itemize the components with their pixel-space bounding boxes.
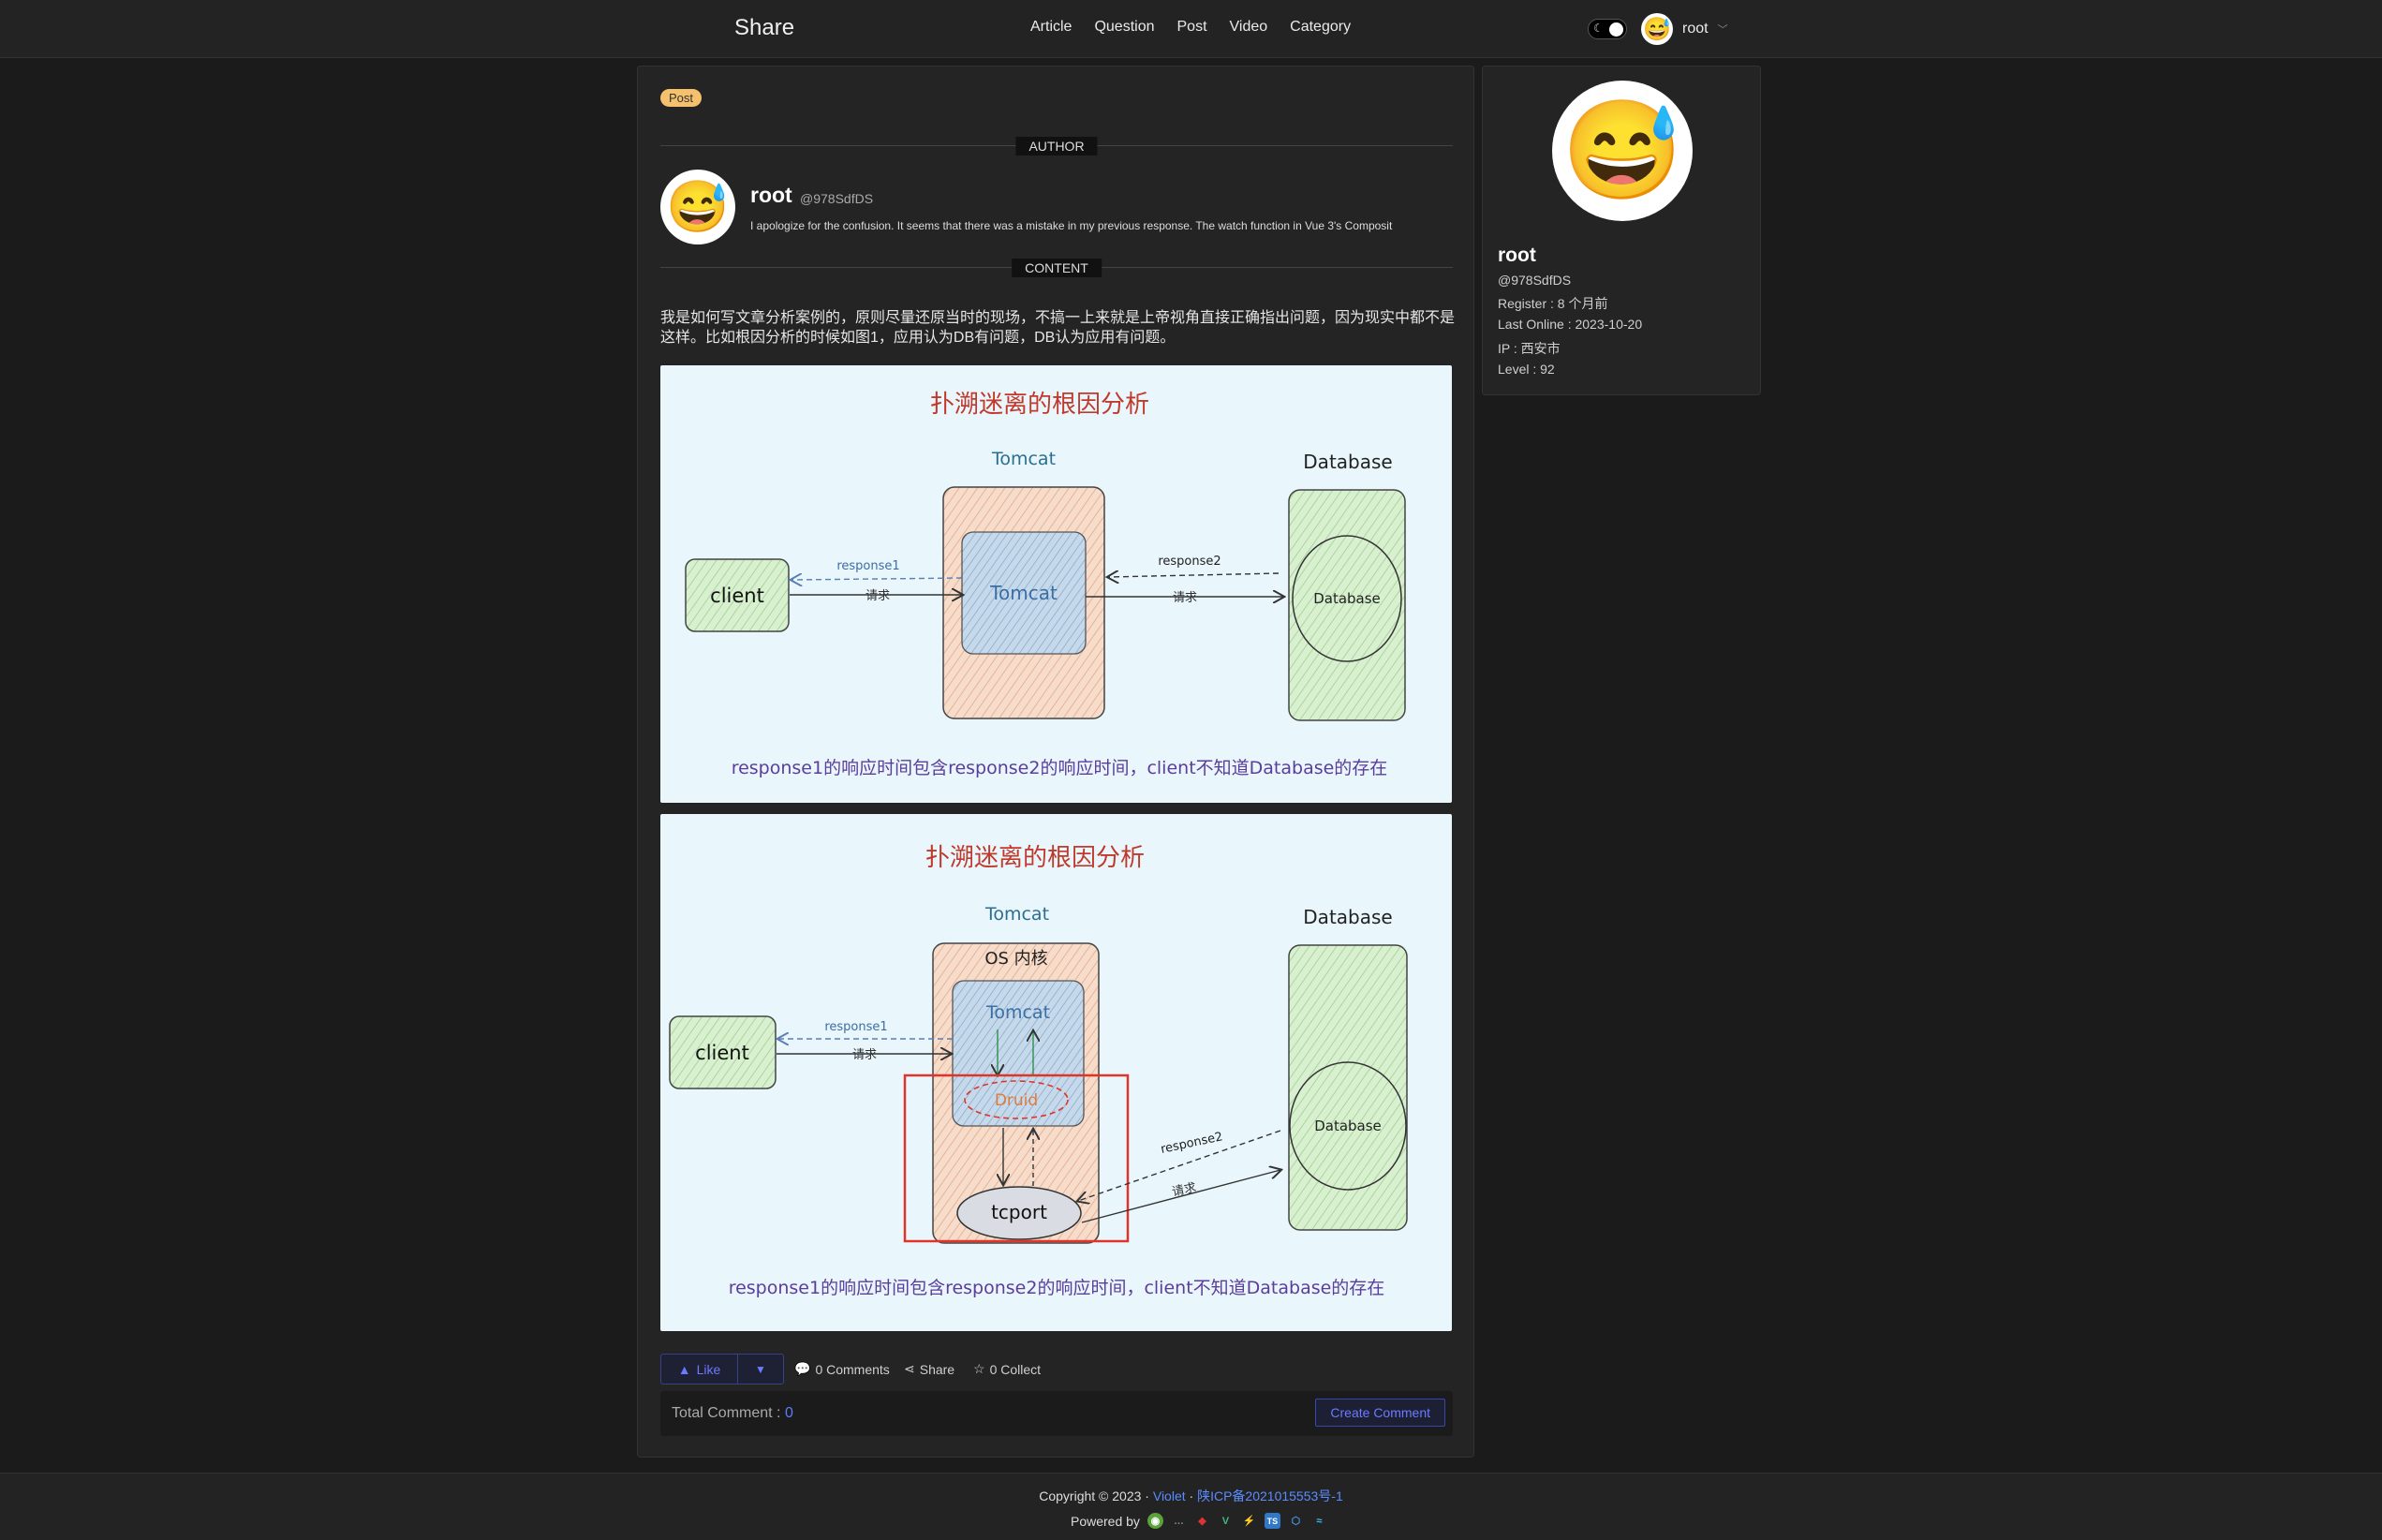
comments-section: Total Comment : 0 Create Comment	[660, 1391, 1453, 1436]
vote-group: ▲ Like ▼	[660, 1354, 784, 1385]
typescript-icon[interactable]: TS	[1264, 1513, 1280, 1529]
thumb-up-icon: ▲	[677, 1361, 691, 1377]
tomcat-inner-label: Tomcat	[989, 582, 1058, 604]
icp-link[interactable]: 陕ICP备2021015553号-1	[1197, 1488, 1343, 1503]
copyright-text: Copyright © 2023 ·	[1039, 1488, 1153, 1503]
figure-title: 扑溯迷离的根因分析	[925, 844, 1145, 872]
brand-logo[interactable]: Share	[734, 15, 794, 41]
profile-handle: @978SdfDS	[1498, 273, 1572, 288]
nav-article[interactable]: Article	[1030, 19, 1072, 36]
author-handle: @978SdfDS	[800, 191, 874, 206]
author-name[interactable]: root	[750, 183, 792, 208]
vite-icon[interactable]: ⚡	[1241, 1513, 1257, 1529]
request-label-1: 请求	[866, 589, 890, 603]
nav-category[interactable]: Category	[1290, 19, 1351, 36]
chevron-down-icon: ﹀	[1717, 24, 1728, 36]
response2-label: response2	[1158, 555, 1221, 569]
author-divider-label: AUTHOR	[1015, 137, 1098, 155]
profile-ip: IP : 西安市	[1498, 341, 1561, 356]
tomcat-inner-label: Tomcat	[985, 1002, 1050, 1023]
collect-action[interactable]: ☆ 0 Collect	[973, 1361, 1041, 1377]
powered-by-label: Powered by	[1071, 1513, 1140, 1529]
tech-leaf-icon[interactable]: ◉	[1147, 1513, 1163, 1529]
caret-down-icon: ▼	[755, 1362, 766, 1376]
share-label: Share	[919, 1361, 955, 1377]
like-button[interactable]: ▲ Like	[661, 1355, 738, 1384]
profile-level: Level : 92	[1498, 362, 1555, 377]
profile-register: Register : 8 个月前	[1498, 296, 1608, 311]
comments-count: 0 Comments	[815, 1361, 890, 1377]
comment-icon: 💬	[794, 1361, 811, 1376]
violet-link[interactable]: Violet	[1153, 1488, 1186, 1503]
content-divider: CONTENT	[660, 259, 1453, 277]
diagram-figure-1: 扑溯迷离的根因分析 Tomcat Database Tomcat Databas…	[660, 365, 1452, 803]
nav-post[interactable]: Post	[1177, 19, 1207, 36]
profile-last-online: Last Online : 2023-10-20	[1498, 317, 1643, 332]
tomcat-label: Tomcat	[991, 449, 1056, 469]
main-nav: Article Question Post Video Category	[1030, 19, 1351, 36]
author-divider: AUTHOR	[660, 137, 1453, 155]
tomcat-label: Tomcat	[984, 904, 1049, 925]
profile-card: 😅 root @978SdfDS Register : 8 个月前 Last O…	[1482, 66, 1761, 395]
create-comment-button[interactable]: Create Comment	[1315, 1399, 1445, 1427]
nav-question[interactable]: Question	[1094, 19, 1154, 36]
share-action[interactable]: ⋖ Share	[904, 1361, 954, 1377]
tcport-label: tcport	[991, 1201, 1047, 1223]
druid-label: Druid	[995, 1091, 1038, 1110]
copyright-line: Copyright © 2023 · Violet · 陕ICP备2021015…	[0, 1487, 2382, 1505]
top-navbar: Share Article Question Post Video Catego…	[0, 0, 2382, 58]
dislike-button[interactable]: ▼	[738, 1355, 783, 1384]
response1-arrow	[792, 578, 963, 580]
response2-arrow	[1108, 573, 1280, 577]
client-label: client	[710, 585, 764, 607]
os-kernel-label: OS 内核	[984, 949, 1047, 969]
comments-action[interactable]: 💬 0 Comments	[794, 1361, 890, 1377]
user-name: root	[1682, 21, 1709, 37]
database-label: Database	[1303, 451, 1392, 473]
figure-caption: response1的响应时间包含response2的响应时间，client不知道…	[729, 1278, 1385, 1298]
profile-name[interactable]: root	[1498, 244, 1536, 267]
response1-label: response1	[836, 559, 899, 573]
tech-dots-icon[interactable]: …	[1171, 1513, 1187, 1529]
tech-redis-icon[interactable]: ◆	[1194, 1513, 1210, 1529]
post-content: 我是如何写文章分析案例的，原则尽量还原当时的现场，不搞一上来就是上帝视角直接正确…	[660, 310, 1456, 346]
diagram-figure-2: 扑溯迷离的根因分析 Tomcat Database OS 内核 Tomcat D…	[660, 814, 1452, 1331]
moon-icon: ☾	[1593, 22, 1604, 35]
client-label: client	[695, 1042, 749, 1064]
total-comment: Total Comment : 0	[672, 1405, 793, 1422]
toggle-knob	[1609, 22, 1623, 37]
tech-hex-icon[interactable]: ⬡	[1288, 1513, 1304, 1529]
dark-mode-toggle[interactable]: ☾	[1588, 19, 1627, 39]
total-comment-value: 0	[784, 1405, 793, 1421]
figure-title: 扑溯迷离的根因分析	[930, 391, 1149, 419]
nav-video[interactable]: Video	[1230, 19, 1268, 36]
share-icon: ⋖	[904, 1361, 915, 1376]
total-comment-label: Total Comment :	[672, 1405, 785, 1421]
content-divider-label: CONTENT	[1012, 259, 1102, 277]
collect-count: 0 Collect	[989, 1361, 1042, 1377]
tailwind-icon[interactable]: ≈	[1311, 1513, 1327, 1529]
profile-avatar[interactable]: 😅	[1552, 81, 1693, 221]
figure-caption: response1的响应时间包含response2的响应时间，client不知道…	[732, 758, 1388, 778]
post-type-badge: Post	[660, 89, 703, 107]
request-label-1: 请求	[852, 1048, 877, 1062]
footer: Copyright © 2023 · Violet · 陕ICP备2021015…	[0, 1473, 2382, 1540]
powered-by: Powered by ◉ … ◆ V ⚡ TS ⬡ ≈	[1071, 1513, 1327, 1529]
response2-label: response2	[1160, 1130, 1224, 1157]
vue-icon[interactable]: V	[1218, 1513, 1234, 1529]
star-icon: ☆	[973, 1361, 985, 1376]
response1-label: response1	[824, 1020, 887, 1034]
post-card: Post AUTHOR 😅 root @978SdfDS I apologize…	[637, 66, 1474, 1458]
database-label: Database	[1303, 906, 1392, 928]
database-inner-label: Database	[1313, 590, 1381, 607]
database-inner-label: Database	[1314, 1118, 1382, 1134]
user-menu[interactable]: 😅 root ﹀	[1641, 13, 1728, 45]
author-bio: I apologize for the confusion. It seems …	[750, 219, 1393, 232]
like-label: Like	[696, 1361, 721, 1377]
footer-sep: ·	[1185, 1488, 1198, 1503]
author-avatar[interactable]: 😅	[660, 170, 735, 244]
request-label-2: 请求	[1171, 1181, 1198, 1200]
avatar: 😅	[1641, 13, 1673, 45]
request-label-2: 请求	[1173, 591, 1197, 605]
